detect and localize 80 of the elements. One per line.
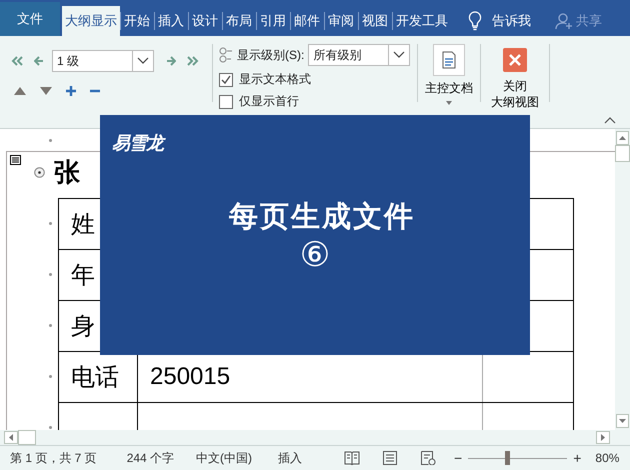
ribbon-tab[interactable]: 开始 — [120, 6, 154, 36]
chevron-down-icon — [393, 51, 406, 59]
zoom-slider-thumb[interactable] — [504, 451, 510, 465]
checkbox-label: 仅显示首行 — [239, 93, 299, 110]
episode-number: ⑥ — [300, 237, 330, 273]
outline-expand-icon — [34, 167, 45, 178]
scroll-down-button[interactable] — [616, 414, 629, 428]
double-left-arrow-icon — [10, 56, 24, 66]
zoom-in-button[interactable]: + — [573, 450, 582, 466]
table-cell: 250015 — [150, 363, 230, 390]
person-add-icon — [555, 12, 573, 30]
table-cell: 姓 — [71, 211, 95, 238]
tell-me-button[interactable]: 告诉我 — [492, 12, 531, 30]
show-level-dropdown[interactable]: 所有级别 — [308, 44, 410, 66]
page-count[interactable]: 第 1 页，共 7 页 — [10, 450, 97, 466]
expand-button[interactable] — [64, 84, 78, 98]
show-level-label: 显示级别(S): — [237, 46, 304, 64]
right-arrow-icon — [166, 56, 176, 66]
table-handle-icon — [10, 155, 21, 165]
scroll-thumb[interactable] — [615, 145, 630, 162]
page-icon — [382, 451, 398, 465]
scroll-right-button[interactable] — [596, 431, 610, 444]
scroll-left-button[interactable] — [4, 431, 18, 444]
ribbon-tab[interactable]: 插入 — [154, 6, 188, 36]
zoom-out-button[interactable]: − — [454, 450, 462, 466]
promote-button[interactable] — [32, 54, 46, 68]
lightbulb-icon — [468, 11, 482, 31]
read-mode-button[interactable] — [344, 451, 360, 465]
word-count[interactable]: 244 个字 — [126, 450, 174, 466]
outline-heading: 张 — [54, 156, 80, 189]
move-up-button[interactable] — [12, 85, 28, 97]
close-icon — [509, 54, 521, 66]
right-triangle-icon — [601, 434, 605, 441]
double-right-arrow-icon — [186, 56, 200, 66]
video-title: 每页生成文件 — [228, 200, 415, 235]
ribbon-tab[interactable]: 大纲显示 — [62, 6, 120, 36]
table-cell: 电话 — [71, 364, 119, 391]
scroll-thumb[interactable] — [18, 430, 36, 445]
ribbon-tab[interactable]: 布局 — [222, 6, 256, 36]
show-level-icon — [219, 47, 233, 63]
zoom-level[interactable]: 80% — [595, 451, 620, 465]
collapse-ribbon-button[interactable] — [602, 115, 618, 126]
language-indicator[interactable]: 中文(中国) — [196, 450, 252, 466]
outline-level-dropdown[interactable]: 1 级 — [52, 50, 154, 72]
close-outline-view-button[interactable]: 关闭 大纲视图 — [491, 44, 539, 110]
file-tab[interactable]: 文件 — [0, 2, 60, 36]
plus-icon — [66, 86, 76, 96]
ribbon-tab[interactable]: 审阅 — [324, 6, 358, 36]
move-down-button[interactable] — [38, 85, 54, 97]
down-triangle-icon — [40, 87, 52, 95]
print-layout-button[interactable] — [382, 451, 398, 465]
table-cell: 年 — [71, 262, 95, 289]
checkbox-label: 显示文本格式 — [239, 71, 311, 88]
demote-button[interactable] — [164, 54, 178, 68]
web-page-icon — [420, 451, 436, 465]
web-layout-button[interactable] — [420, 451, 436, 465]
checkbox[interactable] — [219, 94, 233, 108]
left-arrow-icon — [34, 56, 44, 66]
down-triangle-icon — [619, 419, 626, 423]
left-triangle-icon — [9, 434, 13, 441]
vertical-scrollbar[interactable] — [615, 129, 630, 430]
chevron-up-icon — [604, 117, 616, 124]
book-icon — [344, 451, 360, 465]
document-icon — [442, 51, 456, 69]
insert-mode-indicator[interactable]: 插入 — [278, 450, 302, 466]
brand-logo: 易雪龙 — [112, 131, 163, 155]
checkbox[interactable] — [219, 72, 233, 86]
up-triangle-icon — [14, 87, 26, 95]
ribbon-tab[interactable]: 视图 — [358, 6, 392, 36]
ribbon-tab[interactable]: 邮件 — [290, 6, 324, 36]
chevron-down-icon — [137, 57, 149, 65]
caret-icon — [446, 101, 452, 105]
ribbon-tab[interactable]: 开发工具 — [392, 6, 452, 36]
ribbon-tab[interactable]: 引用 — [256, 6, 290, 36]
up-triangle-icon — [619, 136, 626, 140]
ribbon-tab[interactable]: 设计 — [188, 6, 222, 36]
master-document-button[interactable]: 主控文档 — [425, 44, 473, 105]
table-cell: 身 — [71, 313, 95, 340]
scroll-up-button[interactable] — [616, 131, 629, 145]
horizontal-scrollbar[interactable] — [4, 430, 610, 445]
